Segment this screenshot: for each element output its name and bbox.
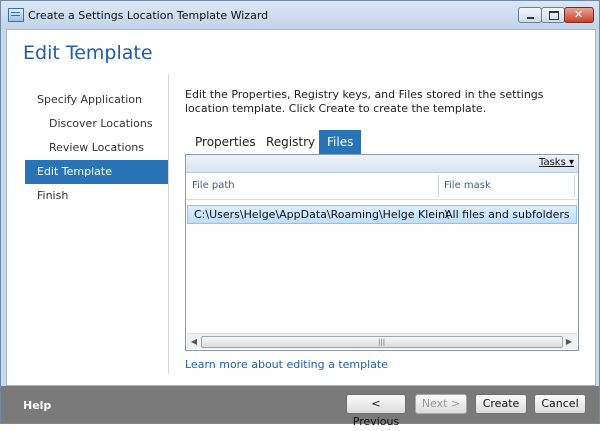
- column-header-file-path[interactable]: File path: [192, 180, 235, 191]
- files-grid: Tasks ▾ File path File mask C:\Users\Hel…: [185, 154, 579, 351]
- maximize-button[interactable]: [541, 7, 565, 23]
- column-header-file-mask[interactable]: File mask: [444, 180, 491, 191]
- grip-icon: |||: [378, 338, 386, 346]
- column-separator[interactable]: [438, 175, 439, 197]
- cell-file-mask: All files and subfolders: [445, 208, 570, 221]
- nav-step-edit-template[interactable]: Edit Template: [25, 160, 168, 184]
- tab-files[interactable]: Files: [319, 130, 362, 154]
- wizard-window: Create a Settings Location Template Wiza…: [0, 0, 600, 428]
- tab-registry[interactable]: Registry: [266, 130, 315, 154]
- nav-step-label: Discover Locations: [49, 117, 153, 130]
- tab-properties[interactable]: Properties: [195, 130, 256, 154]
- nav-divider: [168, 74, 169, 374]
- wizard-content: Edit Template Specify Application Discov…: [6, 29, 596, 386]
- cancel-button[interactable]: Cancel: [534, 394, 586, 414]
- app-icon: [8, 8, 24, 22]
- create-button[interactable]: Create: [475, 394, 527, 414]
- tasks-menu[interactable]: Tasks ▾: [539, 157, 574, 168]
- cell-file-path: C:\Users\Helge\AppData\Roaming\Helge Kle…: [194, 208, 449, 221]
- grid-toolbar: Tasks ▾: [186, 155, 578, 173]
- previous-button[interactable]: < Previous: [346, 394, 406, 428]
- table-row[interactable]: C:\Users\Helge\AppData\Roaming\Helge Kle…: [187, 205, 577, 224]
- nav-step-review-locations[interactable]: Review Locations: [25, 136, 168, 160]
- column-separator[interactable]: [574, 175, 575, 197]
- scroll-right-icon[interactable]: ▶: [563, 335, 575, 348]
- minimize-button[interactable]: [518, 7, 542, 23]
- horizontal-scrollbar[interactable]: ◀ ||| ▶: [187, 333, 577, 349]
- nav-step-label: Specify Application: [37, 93, 142, 106]
- next-button[interactable]: Next >: [415, 394, 467, 414]
- learn-more-link[interactable]: Learn more about editing a template: [185, 358, 388, 371]
- dropdown-arrow-icon: ▾: [565, 157, 574, 168]
- nav-step-label: Edit Template: [37, 165, 112, 178]
- title-bar[interactable]: Create a Settings Location Template Wiza…: [1, 1, 599, 29]
- page-title: Edit Template: [23, 42, 153, 64]
- nav-step-label: Finish: [37, 189, 69, 202]
- scrollbar-thumb[interactable]: |||: [201, 336, 563, 348]
- close-button[interactable]: [564, 7, 594, 23]
- window-title: Create a Settings Location Template Wiza…: [28, 9, 269, 22]
- nav-step-label: Review Locations: [49, 141, 144, 154]
- nav-step-finish[interactable]: Finish: [25, 184, 168, 208]
- nav-step-specify-application[interactable]: Specify Application: [25, 88, 168, 112]
- wizard-footer: Help < Previous Next > Create Cancel: [1, 386, 599, 428]
- help-link[interactable]: Help: [23, 399, 51, 412]
- nav-step-discover-locations[interactable]: Discover Locations: [25, 112, 168, 136]
- tasks-label: Tasks: [539, 157, 566, 168]
- scroll-left-icon[interactable]: ◀: [188, 335, 200, 348]
- grid-header: File path File mask: [186, 173, 578, 200]
- page-description: Edit the Properties, Registry keys, and …: [185, 88, 544, 115]
